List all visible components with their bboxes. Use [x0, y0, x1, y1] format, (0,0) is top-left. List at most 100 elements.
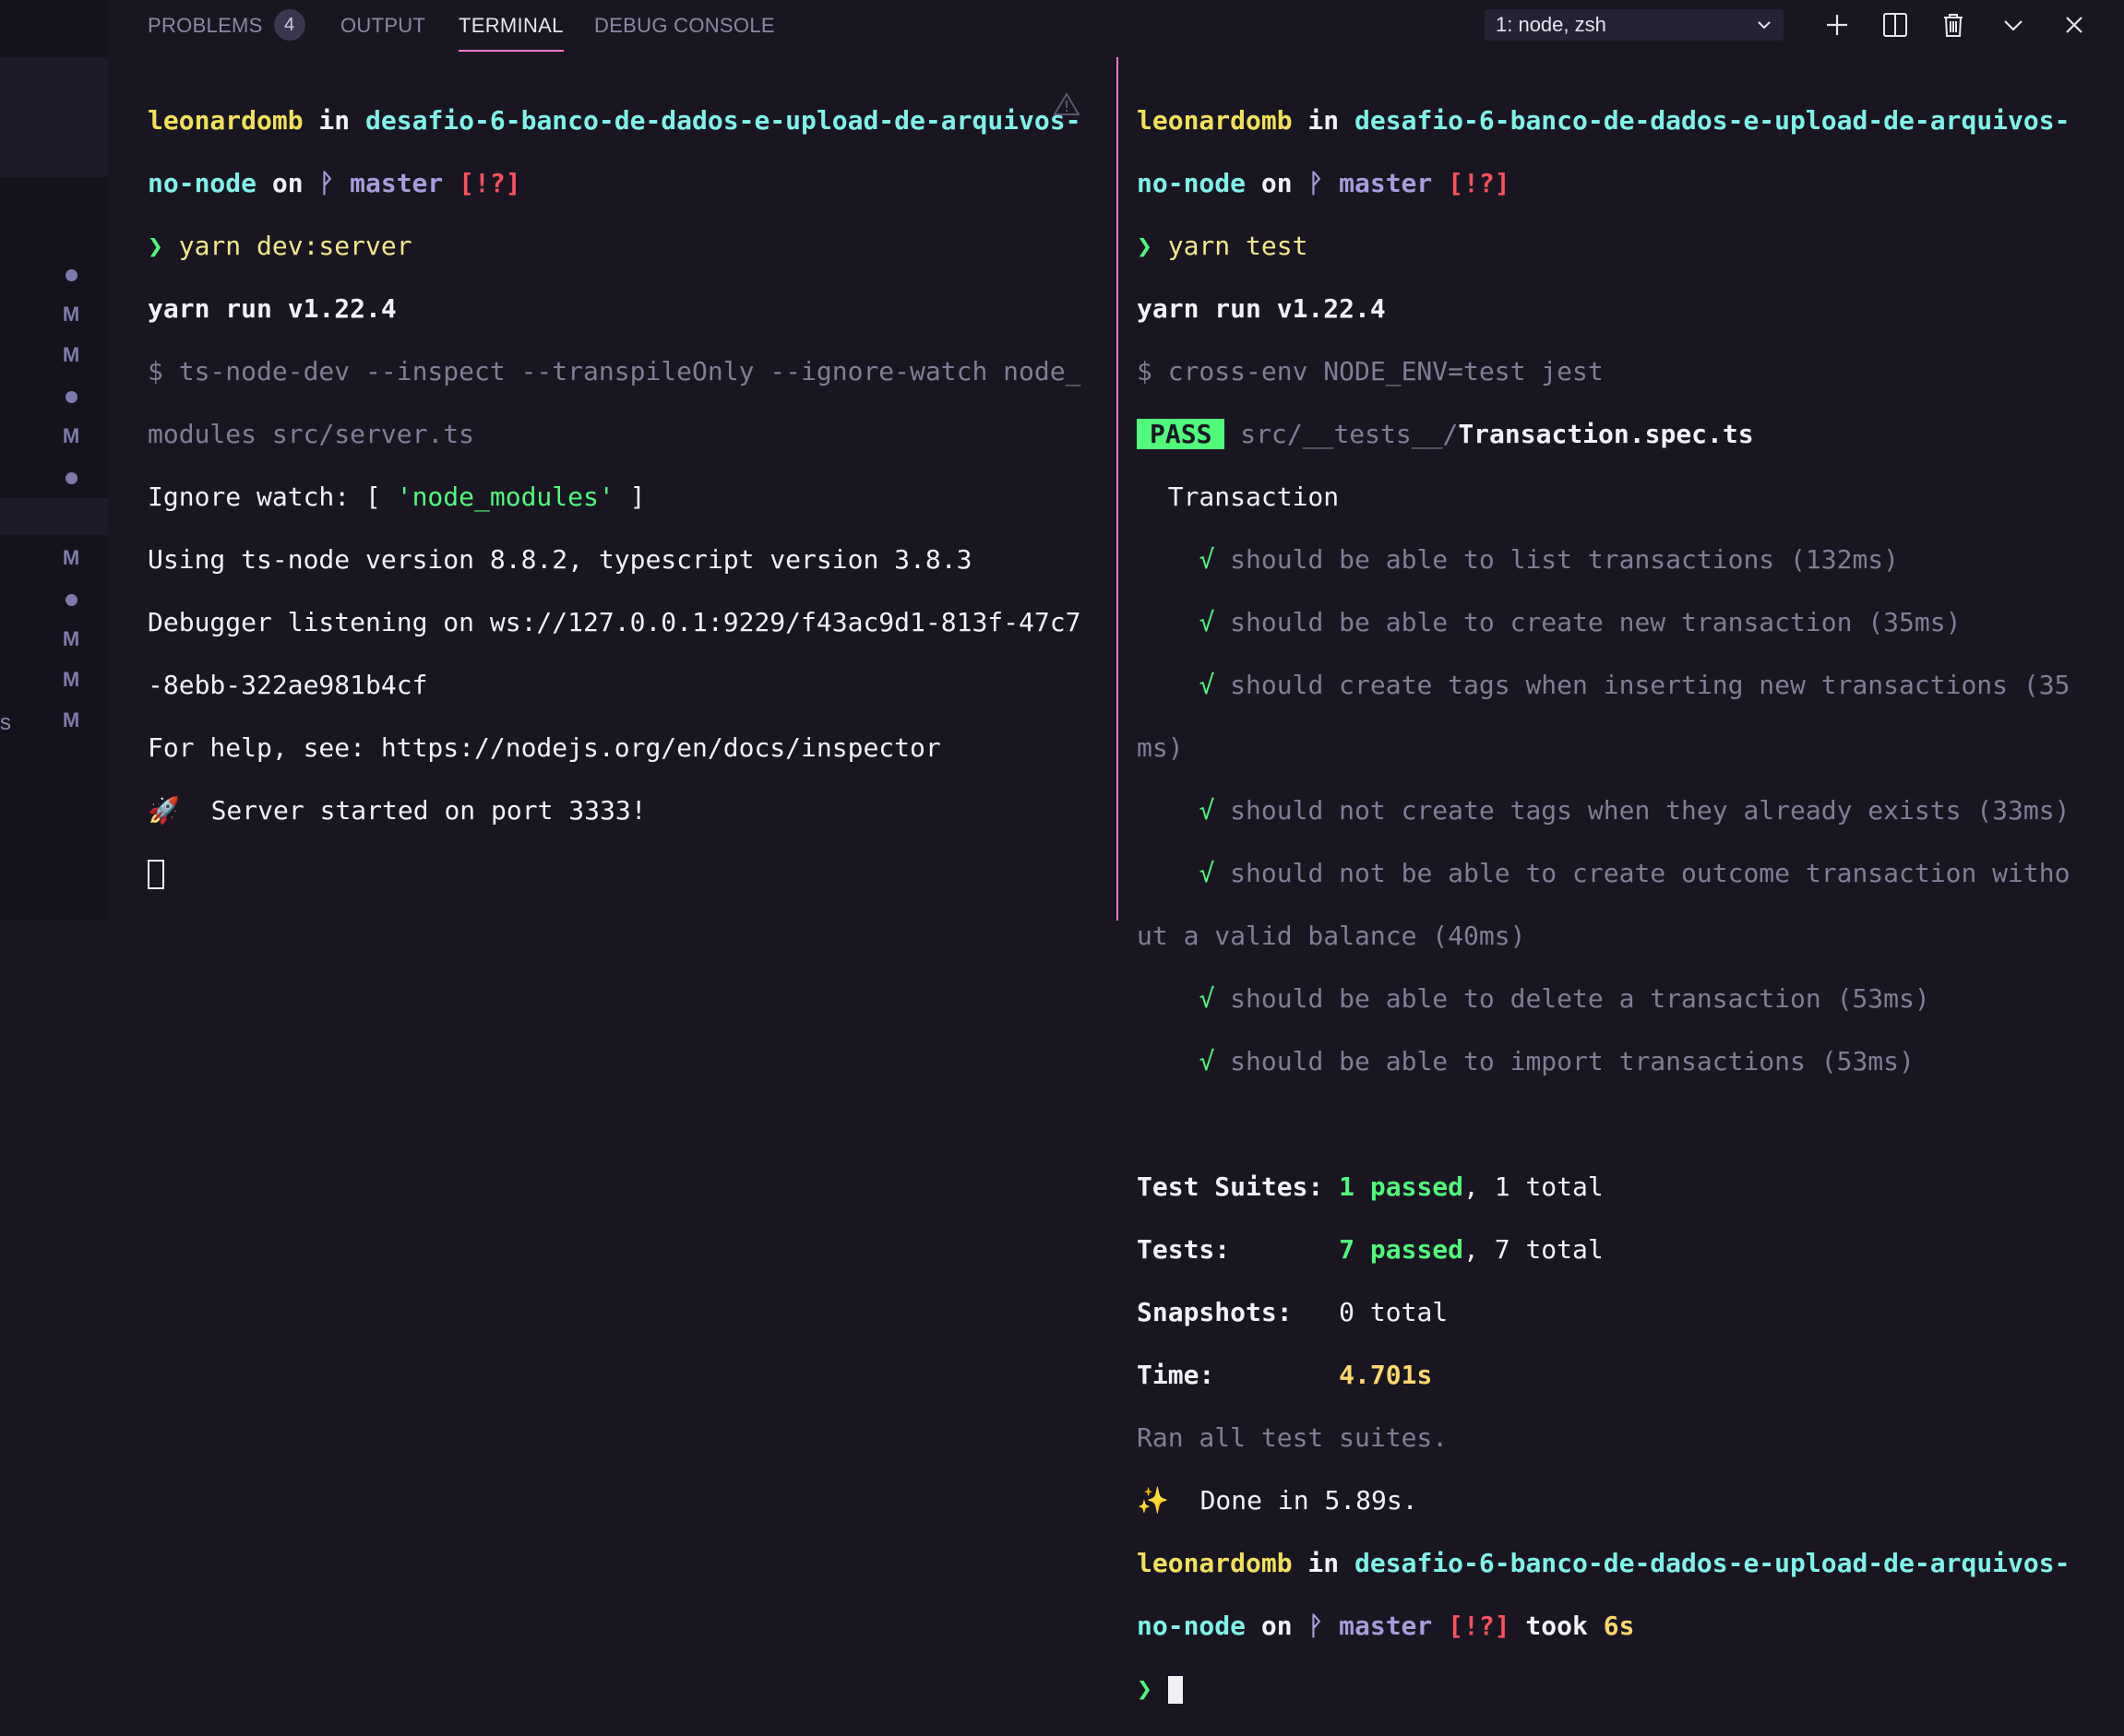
- test-result: √ should be able to delete a transaction…: [1199, 983, 1930, 1014]
- tab-debug-console[interactable]: DEBUG CONSOLE: [594, 0, 775, 52]
- spec-file: Transaction.spec.ts: [1458, 419, 1754, 449]
- prompt-git-status: [!?]: [1448, 168, 1510, 198]
- prompt-symbol: ❯: [1137, 231, 1168, 261]
- cursor-line: [148, 858, 1098, 889]
- close-panel-button[interactable]: [2058, 9, 2090, 41]
- terminal-right[interactable]: leonardomb in desafio-6-banco-de-dados-e…: [1137, 74, 2096, 1736]
- test-result: √ should create tags when inserting new …: [1199, 670, 2070, 700]
- check-icon: √: [1199, 795, 1215, 826]
- git-status-dot: [57, 585, 85, 612]
- prompt-git-status: [!?]: [459, 168, 521, 198]
- pass-badge: PASS: [1137, 419, 1225, 449]
- test-result: ms): [1137, 732, 1184, 763]
- prompt-user: leonardomb: [1137, 1548, 1293, 1578]
- prompt-directory: no-node: [148, 168, 257, 198]
- prompt-line: leonardomb in desafio-6-banco-de-dados-e…: [148, 105, 1098, 137]
- command-line: ❯ yarn test: [1137, 231, 2096, 262]
- terminal-select-value: 1: node, zsh: [1496, 13, 1606, 36]
- git-status-modified: M: [62, 303, 80, 326]
- prompt-duration: 6s: [1603, 1611, 1635, 1641]
- kill-terminal-button[interactable]: [1938, 9, 1969, 41]
- output-line: Ran all test suites.: [1137, 1422, 1449, 1453]
- output-line: yarn run v1.22.4: [1137, 293, 1386, 324]
- prompt-directory: desafio-6-banco-de-dados-e-upload-de-arq…: [1354, 105, 2070, 136]
- prompt-user: leonardomb: [1137, 105, 1293, 136]
- output-text: Ignore watch: [: [148, 482, 397, 512]
- tab-output[interactable]: OUTPUT: [340, 0, 425, 52]
- summary-label: Time:: [1137, 1360, 1340, 1390]
- tab-problems-label: PROBLEMS: [148, 14, 263, 37]
- git-status-modified: M: [62, 424, 80, 447]
- output-line: $ ts-node-dev --inspect --transpileOnly …: [148, 356, 1081, 386]
- tab-problems[interactable]: PROBLEMS 4: [148, 0, 305, 52]
- output-line: modules src/server.ts: [148, 419, 475, 449]
- prompt-text: in: [303, 105, 366, 136]
- split-terminal-button[interactable]: [1879, 9, 1911, 41]
- prompt-text: on: [1246, 168, 1308, 198]
- new-terminal-button[interactable]: [1821, 9, 1853, 41]
- prompt-directory: no-node: [1137, 1611, 1247, 1641]
- split-icon: [1883, 13, 1907, 37]
- test-result: √ should be able to list transactions (1…: [1199, 544, 1900, 575]
- test-result: ut a valid balance (40ms): [1137, 921, 1526, 951]
- output-line: 🚀 Server started on port 3333!: [148, 795, 647, 826]
- output-string: 'node_modules': [396, 482, 615, 512]
- output-line: -8ebb-322ae981b4cf: [148, 670, 428, 700]
- prompt-branch: master: [1323, 1611, 1449, 1641]
- git-status-dot: [57, 260, 85, 288]
- git-status-modified: M: [62, 708, 80, 731]
- branch-icon: ᚹ: [1307, 168, 1324, 198]
- chevron-down-icon: [2004, 20, 2023, 31]
- terminal-left[interactable]: leonardomb in desafio-6-banco-de-dados-e…: [148, 74, 1098, 921]
- add-icon: [1827, 15, 1847, 35]
- test-suite-name: Transaction: [1137, 482, 1340, 512]
- summary-passed: 7 passed: [1339, 1234, 1464, 1265]
- prompt-user: leonardomb: [148, 105, 304, 136]
- summary-total: , 7 total: [1463, 1234, 1604, 1265]
- chevron-down-icon: [1758, 21, 1771, 30]
- output-line: Using ts-node version 8.8.2, typescript …: [148, 544, 973, 575]
- output-line: $ cross-env NODE_ENV=test jest: [1137, 356, 1604, 386]
- git-status-modified: M: [62, 627, 80, 650]
- branch-icon: ᚹ: [318, 168, 335, 198]
- test-result-line: √ should be able to list transactions (1…: [1137, 544, 2096, 576]
- check-icon: √: [1199, 544, 1215, 575]
- test-result: √ should not create tags when they alrea…: [1199, 795, 2070, 826]
- summary-label: Tests:: [1137, 1234, 1340, 1265]
- prompt-git-status: [!?]: [1448, 1611, 1510, 1641]
- summary-label: Snapshots:: [1137, 1297, 1340, 1327]
- explorer-strip: M M M M M M M s: [0, 0, 108, 921]
- terminal-split-divider[interactable]: [1116, 57, 1118, 921]
- prompt-directory: desafio-6-banco-de-dados-e-upload-de-arq…: [1354, 1548, 2070, 1578]
- git-status-modified: M: [62, 343, 80, 366]
- prompt-line: no-node on ᚹ master [!?] took 6s: [1137, 1611, 2096, 1642]
- command-line: ❯: [1137, 1673, 2096, 1705]
- terminal-select[interactable]: 1: node, zsh: [1485, 9, 1784, 41]
- test-result: √ should not be able to create outcome t…: [1199, 858, 2070, 888]
- command-line: ❯ yarn dev:server: [148, 231, 1098, 262]
- summary-line: Tests: 7 passed, 7 total: [1137, 1234, 2096, 1266]
- summary-time: 4.701s: [1339, 1360, 1433, 1390]
- maximize-panel-button[interactable]: [1998, 9, 2029, 41]
- explorer-row-selected[interactable]: [0, 498, 108, 535]
- truncated-filename: s: [0, 710, 11, 735]
- output-line: Debugger listening on ws://127.0.0.1:922…: [148, 607, 1081, 637]
- check-icon: √: [1199, 670, 1215, 700]
- terminal-cursor: [1167, 1676, 1183, 1704]
- command-text: yarn test: [1167, 231, 1308, 261]
- prompt-symbol: ❯: [148, 231, 179, 261]
- prompt-branch: master: [1323, 168, 1449, 198]
- explorer-row-highlight: [0, 57, 108, 177]
- output-line: ✨ Done in 5.89s.: [1137, 1485, 1418, 1516]
- summary-passed: 1 passed: [1339, 1171, 1464, 1202]
- prompt-line: leonardomb in desafio-6-banco-de-dados-e…: [1137, 105, 2096, 137]
- prompt-symbol: ❯: [1137, 1673, 1168, 1704]
- trash-icon: [1944, 14, 1963, 37]
- check-icon: √: [1199, 858, 1215, 888]
- tab-terminal[interactable]: TERMINAL: [459, 0, 564, 52]
- branch-icon: ᚹ: [1307, 1611, 1324, 1641]
- output-line: Ignore watch: [ 'node_modules' ]: [148, 482, 1098, 513]
- check-icon: √: [1199, 983, 1215, 1014]
- prompt-line: leonardomb in desafio-6-banco-de-dados-e…: [1137, 1548, 2096, 1579]
